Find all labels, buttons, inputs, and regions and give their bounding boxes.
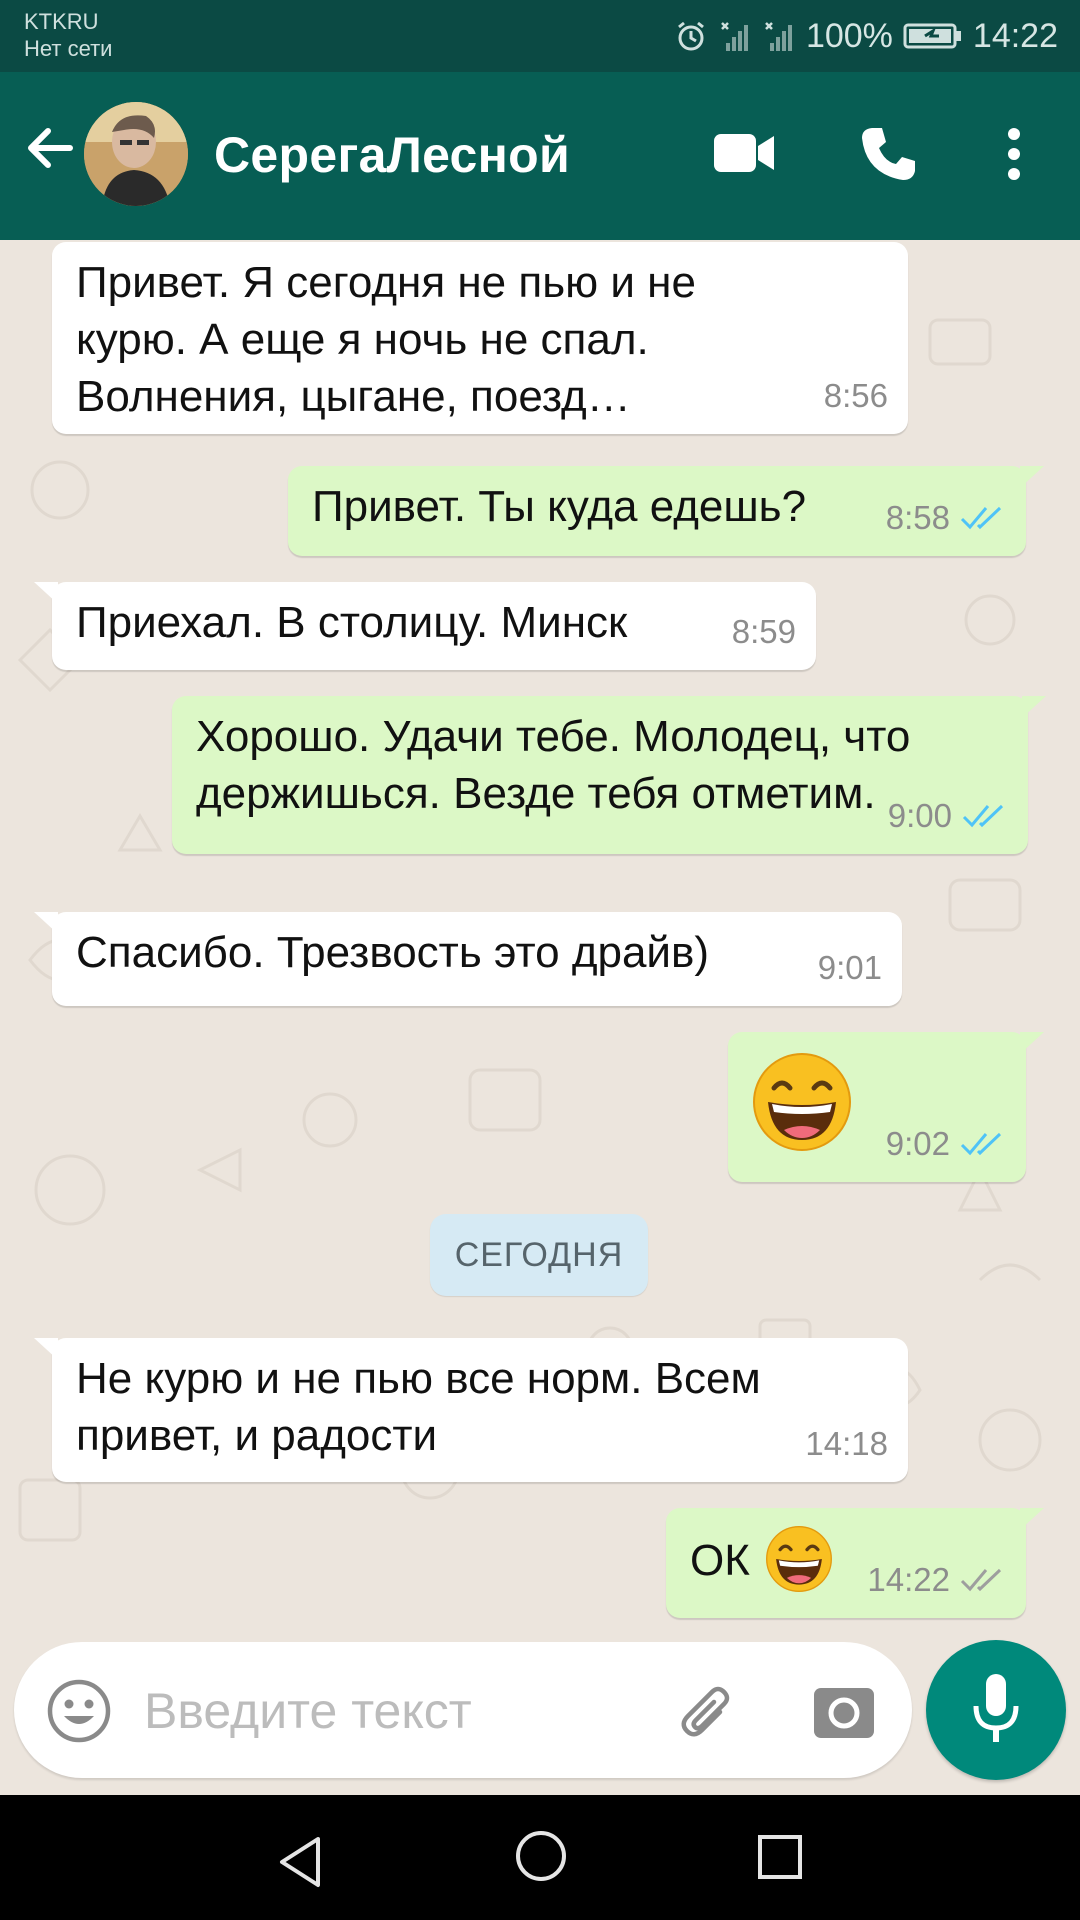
signal-2-icon — [765, 22, 792, 51]
message-time: 9:00 — [887, 797, 952, 834]
contact-name[interactable]: СерегаЛесной — [214, 126, 570, 184]
message-input[interactable]: Введите текст — [144, 1682, 472, 1740]
mic-icon — [973, 1674, 1019, 1742]
network-status: Нет сети — [24, 36, 113, 61]
message-time: 8:59 — [731, 613, 796, 650]
message-time: 9:01 — [817, 949, 882, 986]
emoji-icon[interactable] — [46, 1678, 112, 1744]
back-arrow-icon[interactable] — [20, 118, 80, 178]
grinning-face-icon — [753, 1053, 851, 1151]
signal-1-icon — [721, 22, 748, 51]
message-time: 8:56 — [823, 377, 888, 414]
message-time: 8:58 — [885, 499, 950, 536]
message-meta: 9:00 — [888, 787, 1008, 844]
message-text: Хорошо. Удачи тебе. Молодец, что держишь… — [196, 712, 911, 818]
mic-button[interactable] — [926, 1640, 1066, 1780]
battery-percent: 100% — [805, 16, 893, 55]
message-meta: 8:58 — [886, 489, 1006, 546]
message-meta: 9:02 — [886, 1115, 1006, 1172]
message-time: 9:02 — [885, 1125, 950, 1162]
message-meta: 9:01 — [818, 939, 882, 996]
grinning-face-icon — [766, 1526, 832, 1592]
message-time: 14:22 — [867, 1561, 950, 1598]
bubble-tail — [1020, 466, 1044, 488]
message-incoming[interactable]: Не курю и не пью все норм. Всем привет, … — [34, 1338, 908, 1482]
message-incoming[interactable]: Привет. Я сегодня не пью и не курю. А ещ… — [52, 242, 908, 434]
chat-header: СерегаЛесной — [0, 72, 1080, 240]
message-text: Не курю и не пью все норм. Всем привет, … — [76, 1354, 761, 1460]
delivered-ticks-icon — [960, 1568, 1002, 1591]
message-outgoing[interactable]: 9:02 — [728, 1032, 1044, 1182]
message-meta: 14:18 — [805, 1415, 888, 1472]
bubble-tail — [34, 582, 58, 604]
status-bar: KTKRU Нет сети 100% 14:22 — [0, 0, 1080, 72]
nav-home-icon[interactable] — [514, 1829, 568, 1883]
message-outgoing[interactable]: ОК 14:22 — [666, 1508, 1044, 1618]
video-call-icon[interactable] — [712, 130, 776, 176]
message-outgoing[interactable]: Привет. Ты куда едешь? 8:58 — [288, 466, 1044, 556]
bubble-tail — [1020, 1508, 1044, 1530]
message-meta: 8:59 — [732, 603, 796, 660]
status-icons: 100% 14:22 — [674, 14, 1058, 58]
message-meta: 8:56 — [824, 367, 888, 424]
clock: 14:22 — [972, 16, 1058, 55]
bubble-tail — [1022, 696, 1046, 718]
message-text: Приехал. В столицу. Минск — [76, 598, 628, 647]
avatar-photo — [84, 102, 188, 206]
chat-area[interactable]: Привет. Я сегодня не пью и не курю. А ещ… — [0, 240, 1080, 1640]
read-ticks-icon — [962, 804, 1004, 827]
carrier-info: KTKRU Нет сети — [24, 8, 112, 62]
bubble-tail — [1020, 1032, 1044, 1054]
message-text: Привет. Я сегодня не пью и не курю. А ещ… — [76, 258, 696, 421]
phone-icon[interactable] — [858, 124, 918, 184]
camera-icon[interactable] — [812, 1682, 876, 1740]
message-composer: Введите текст — [14, 1642, 912, 1778]
bubble-tail — [34, 1338, 58, 1360]
more-options-icon[interactable] — [1000, 126, 1028, 182]
system-nav-bar — [0, 1795, 1080, 1920]
alarm-icon — [678, 21, 704, 51]
read-ticks-icon — [960, 506, 1002, 529]
message-time: 14:18 — [805, 1425, 888, 1462]
message-outgoing[interactable]: Хорошо. Удачи тебе. Молодец, что держишь… — [172, 696, 1046, 854]
nav-recents-icon[interactable] — [756, 1833, 804, 1881]
read-ticks-icon — [960, 1132, 1002, 1155]
avatar[interactable] — [84, 102, 188, 206]
battery-icon — [903, 23, 961, 49]
message-text: ОК — [690, 1536, 750, 1585]
carrier-name: KTKRU — [24, 9, 99, 34]
date-divider: СЕГОДНЯ — [430, 1214, 648, 1296]
message-meta: 14:22 — [867, 1551, 1006, 1608]
message-incoming[interactable]: Приехал. В столицу. Минск 8:59 — [34, 582, 816, 670]
attach-icon[interactable] — [676, 1682, 740, 1746]
bubble-tail — [34, 912, 58, 934]
message-text: Спасибо. Трезвость это драйв) — [76, 928, 710, 977]
message-incoming[interactable]: Спасибо. Трезвость это драйв) 9:01 — [34, 912, 902, 1006]
nav-back-icon[interactable] — [276, 1835, 324, 1889]
